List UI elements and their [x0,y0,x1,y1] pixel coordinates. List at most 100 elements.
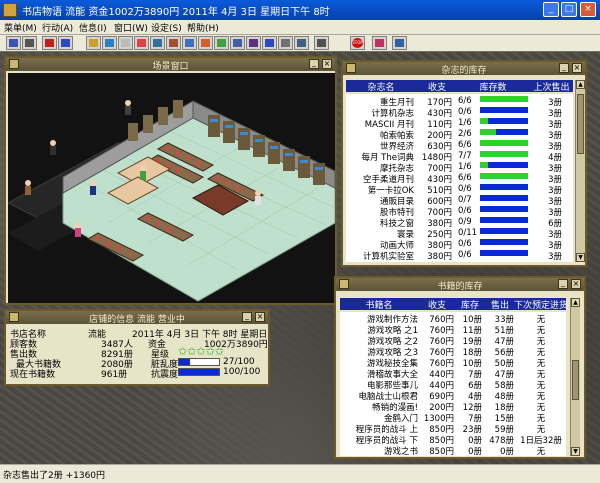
calendar-icon [137,39,146,47]
book-row[interactable]: 游戏制作方法 760円 10册 33册无 [340,313,566,325]
magazine-row[interactable]: 空手柔道月刊 430円 6/6 3册 [346,173,573,185]
magazine-row[interactable]: 摩托杂志 700円 1/6 3册 [346,162,573,174]
book-row[interactable]: 程序员的战斗 下 850円 0册 478册 1日后32册 [340,434,566,446]
magazine-name: 计算机实验室 [362,252,414,262]
magazine-close-button[interactable]: × [572,63,582,73]
store-scene[interactable] [8,73,335,303]
magazine-row[interactable]: 重生月刊 170円 6/6 3册 [346,96,573,108]
magazine-stock: 6/6 [458,140,472,150]
maximize-button[interactable]: □ [561,2,577,17]
book-scrollbar[interactable]: ▲ ▼ [570,298,580,456]
book-row[interactable]: 程序员的战斗 上 850円 23册 59册无 [340,423,566,435]
book-row[interactable]: 畅销的漫画! 200円 12册 18册无 [340,401,566,413]
magazine-row[interactable]: 计算机实验室 380円 0/6 3册 [346,250,573,262]
magazine-scrollbar[interactable]: ▲ ▼ [575,80,585,262]
book-icon [249,39,258,47]
book-row[interactable]: 金鹤入门 1300円 7册 15册无 [340,412,566,424]
scene-window-titlebar: 场景窗口 _ × [6,58,335,72]
magazine-stock: 6/6 [458,173,472,183]
scene-minimize-button[interactable]: _ [309,59,319,69]
screen-tool-button[interactable] [230,36,245,50]
stock-bar [480,107,528,113]
book-row[interactable]: 电影那些事儿 440円 6册 58册无 [340,379,566,391]
book-row[interactable]: 电脑战士山根君 690円 4册 48册无 [340,390,566,402]
col-last-sold[interactable]: 上次售出 [530,80,573,93]
calendar-tool-button[interactable] [134,36,149,50]
col-magazine-name[interactable]: 杂志名 [346,80,416,93]
magazine-row[interactable]: 股市特刊 700円 0/6 3册 [346,206,573,218]
col-book-next-order[interactable]: 下次预定进货 [514,298,568,311]
magazine-price: 380円 [427,252,452,262]
magazine-row[interactable]: 动画大师 380円 0/6 3册 [346,239,573,251]
book-row[interactable]: 游戏攻略 之3 760円 18册 56册无 [340,346,566,358]
face-tool-button[interactable] [372,36,387,50]
people-tool-button[interactable] [198,36,213,50]
book-close-button[interactable]: × [571,279,581,289]
book-row[interactable]: 游戏攻略 之1 760円 11册 51册无 [340,324,566,336]
magazine-row[interactable]: 通販目录 600円 0/7 3册 [346,195,573,207]
magazine-stock: 0/6 [458,206,472,216]
magazine-stock: 0/6 [458,239,472,249]
star-rating: ✩✩✩✩✩ [178,345,225,358]
transfer-red-tool-button[interactable] [42,36,57,50]
save-tool-button[interactable] [6,36,21,50]
face-icon [375,39,384,47]
shop-tool-button[interactable] [166,36,181,50]
dirt-gauge [178,358,220,366]
magazine-row[interactable]: 帕索帕索 200円 2/6 3册 [346,129,573,141]
magazine-row[interactable]: 世界经济 630円 6/6 3册 [346,140,573,152]
document-tool-button[interactable] [118,36,133,50]
move-tool-button[interactable] [102,36,117,50]
stop-tool-button[interactable]: STOP [350,36,365,50]
info-close-button[interactable]: × [255,312,265,322]
menu-window[interactable]: 窗口(W) [114,21,148,34]
grid-icon [317,39,326,47]
magazine-row[interactable]: 第一卡拉OK 510円 0/6 3册 [346,184,573,196]
transfer-blue-tool-button[interactable] [58,36,73,50]
help-tool-button[interactable] [392,36,407,50]
book-tool-button[interactable] [246,36,261,50]
magazine-minimize-button[interactable]: _ [559,63,569,73]
list-tool-button[interactable] [262,36,277,50]
col-book-income[interactable]: 收支 [420,298,454,311]
magazine-stock: 0/7 [458,195,472,205]
menu-info[interactable]: 信息(I) [79,21,107,34]
minimize-button[interactable]: _ [543,2,559,17]
col-income[interactable]: 收支 [418,80,456,93]
menu-settings[interactable]: 设定(S) [151,21,182,34]
menu-help[interactable]: 帮助(H) [187,21,219,34]
col-book-stock[interactable]: 库存 [456,298,484,311]
magazine-row[interactable]: 计算机杂志 430円 0/6 3册 [346,107,573,119]
list-icon [265,39,274,47]
magazine-row[interactable]: MASCII 月刊 110円 1/6 3册 [346,118,573,130]
order-tool-button[interactable] [150,36,165,50]
menu-action[interactable]: 行动(A) [42,21,73,34]
house-tool-button[interactable] [182,36,197,50]
scene-close-button[interactable]: × [322,59,332,69]
book-minimize-button[interactable]: _ [558,279,568,289]
book-stock: 0册 [468,447,482,456]
book-row[interactable]: 游戏秘技全集 760円 10册 50册无 [340,357,566,369]
magazine-row[interactable]: 科技之窗 380円 0/9 6册 [346,217,573,229]
stock-bar [480,239,528,245]
window-tool-button[interactable] [294,36,309,50]
info-minimize-button[interactable]: _ [242,312,252,322]
edit-tool-button[interactable] [86,36,101,50]
book-row[interactable]: 游戏之书 850円 0册 0册 无 [340,445,566,456]
magazine-stock: 1/6 [458,162,472,172]
book-row[interactable]: 滑稽故事大全 440円 7册 47册无 [340,368,566,380]
close-button[interactable]: × [580,2,596,17]
stock-bar [480,206,528,212]
report-tool-button[interactable] [278,36,293,50]
col-book-sold[interactable]: 售出 [486,298,514,311]
magazine-row[interactable]: 寰录 250円 0/11 3册 [346,228,573,240]
help-icon [395,39,404,47]
col-stock[interactable]: 库存数 [458,80,528,93]
col-book-name[interactable]: 书籍名 [340,298,418,311]
chart-tool-button[interactable] [214,36,229,50]
menu-menu[interactable]: 菜单(M) [4,21,37,34]
grid-tool-button[interactable] [314,36,329,50]
print-tool-button[interactable] [22,36,37,50]
magazine-row[interactable]: 每月 The词典 1480円 7/7 4册 [346,151,573,163]
book-row[interactable]: 游戏攻略 之2 760円 19册 47册无 [340,335,566,347]
